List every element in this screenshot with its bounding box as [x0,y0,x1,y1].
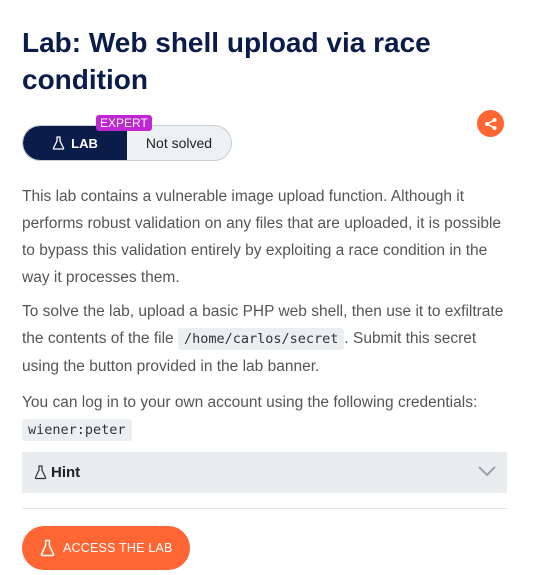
divider [22,508,507,509]
lab-label: LAB [71,135,98,151]
hint-accordion[interactable]: Hint [22,452,507,493]
secret-file-path: /home/carlos/secret [177,328,345,350]
flask-icon [52,136,65,150]
credentials-text: You can log in to your own account using… [22,394,478,411]
difficulty-badge: EXPERT [96,115,152,131]
page-title: Lab: Web shell upload via race condition [22,27,431,95]
share-button[interactable] [477,110,504,137]
lab-status-badge: LAB Not solved EXPERT [22,115,232,161]
access-lab-button[interactable]: ACCESS THE LAB [22,526,190,570]
description-paragraph-2: To solve the lab, upload a basic PHP web… [22,298,512,380]
chevron-down-icon [478,466,496,477]
lab-label-pill: LAB [23,126,127,160]
flask-icon [34,465,47,480]
credentials-code: wiener:peter [22,419,132,441]
credentials-paragraph: You can log in to your own account using… [22,389,512,444]
description-paragraph-1: This lab contains a vulnerable image upl… [22,188,502,286]
hint-label: Hint [51,464,81,481]
share-icon [484,117,496,130]
access-lab-label: ACCESS THE LAB [63,541,173,555]
flask-icon [40,539,55,557]
solve-status: Not solved [145,135,213,151]
